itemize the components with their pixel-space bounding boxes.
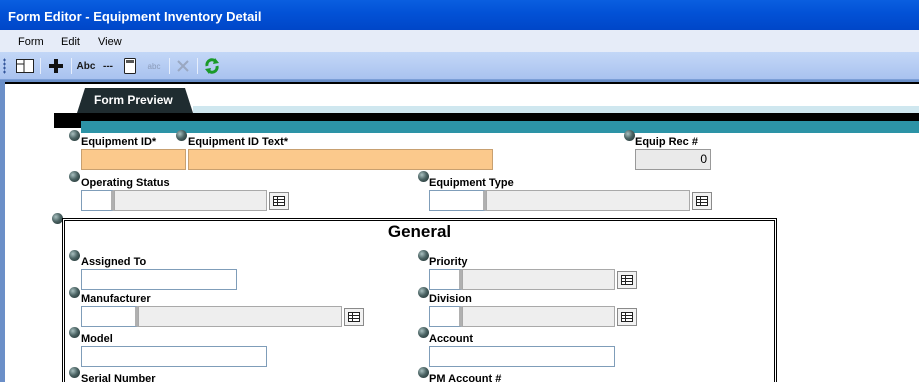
header-divider xyxy=(54,113,919,121)
manufacturer-description xyxy=(138,306,342,327)
menu-form[interactable]: Form xyxy=(18,36,44,48)
equipment-id-input[interactable] xyxy=(81,149,186,170)
refresh-icon[interactable] xyxy=(202,56,222,76)
lookup-icon[interactable] xyxy=(617,271,637,289)
equip-rec-label: Equip Rec # xyxy=(635,136,698,148)
lookup-icon[interactable] xyxy=(269,192,289,210)
account-label: Account xyxy=(429,333,473,345)
toolbar-separator xyxy=(169,58,170,74)
assigned-to-input[interactable] xyxy=(81,269,237,290)
model-label: Model xyxy=(81,333,113,345)
accent-bar xyxy=(81,121,919,133)
operating-status-label: Operating Status xyxy=(81,177,170,189)
equipment-id-text-input[interactable] xyxy=(188,149,493,170)
field-handle[interactable] xyxy=(418,171,429,182)
assigned-to-label: Assigned To xyxy=(81,256,147,268)
general-group-title: General xyxy=(387,222,452,241)
toolbar-separator xyxy=(40,58,41,74)
division-code-input[interactable] xyxy=(429,306,462,327)
account-input[interactable] xyxy=(429,346,615,367)
add-icon[interactable] xyxy=(46,56,66,76)
division-description xyxy=(462,306,615,327)
division-label: Division xyxy=(429,293,472,305)
toolbar-separator xyxy=(71,58,72,74)
lookup-icon[interactable] xyxy=(617,308,637,326)
field-handle[interactable] xyxy=(624,130,635,141)
pm-account-label: PM Account # xyxy=(429,373,502,382)
manufacturer-label: Manufacturer xyxy=(81,293,151,305)
field-handle[interactable] xyxy=(69,327,80,338)
disabled-text-tool[interactable]: abc xyxy=(143,56,165,76)
window-title: Form Editor - Equipment Inventory Detail xyxy=(8,9,262,24)
textbox-tool[interactable] xyxy=(121,56,139,76)
field-handle[interactable] xyxy=(69,171,80,182)
field-handle[interactable] xyxy=(418,327,429,338)
equip-rec-value: 0 xyxy=(635,149,711,170)
equipment-type-label: Equipment Type xyxy=(429,177,514,189)
menu-bar: Form Edit View xyxy=(0,30,919,52)
header-divider-stub xyxy=(54,121,81,128)
menu-view[interactable]: View xyxy=(98,36,122,48)
operating-status-description xyxy=(114,190,267,211)
header-band xyxy=(193,106,919,113)
field-handle[interactable] xyxy=(69,250,80,261)
label-tool[interactable]: Abc xyxy=(75,56,97,76)
equipment-id-label: Equipment ID* xyxy=(81,136,157,148)
operating-status-code-input[interactable] xyxy=(81,190,114,211)
tab-label: Form Preview xyxy=(94,93,173,107)
toolbar-separator xyxy=(197,58,198,74)
field-handle[interactable] xyxy=(176,130,187,141)
priority-code-input[interactable] xyxy=(429,269,462,290)
priority-description xyxy=(462,269,615,290)
lookup-icon[interactable] xyxy=(344,308,364,326)
manufacturer-code-input[interactable] xyxy=(81,306,138,327)
line-tool[interactable]: --- xyxy=(99,56,117,76)
field-handle[interactable] xyxy=(418,367,429,378)
delete-icon[interactable] xyxy=(174,56,192,76)
equipment-type-code-input[interactable] xyxy=(429,190,486,211)
field-handle[interactable] xyxy=(69,130,80,141)
field-handle[interactable] xyxy=(69,287,80,298)
tab-form-preview[interactable]: Form Preview xyxy=(77,88,193,113)
field-handle[interactable] xyxy=(418,287,429,298)
toolbar-grip[interactable] xyxy=(3,58,6,74)
lookup-icon[interactable] xyxy=(692,192,712,210)
serial-number-label: Serial Number xyxy=(81,373,156,382)
model-input[interactable] xyxy=(81,346,267,367)
layout-icon[interactable] xyxy=(14,56,36,76)
priority-label: Priority xyxy=(429,256,468,268)
equipment-type-description xyxy=(486,190,690,211)
menu-edit[interactable]: Edit xyxy=(61,36,80,48)
equipment-id-text-label: Equipment ID Text* xyxy=(188,136,289,148)
toolbar: Abc --- abc xyxy=(0,52,919,80)
field-handle[interactable] xyxy=(69,367,80,378)
field-handle[interactable] xyxy=(418,250,429,261)
window-title-bar: Form Editor - Equipment Inventory Detail xyxy=(0,0,919,30)
